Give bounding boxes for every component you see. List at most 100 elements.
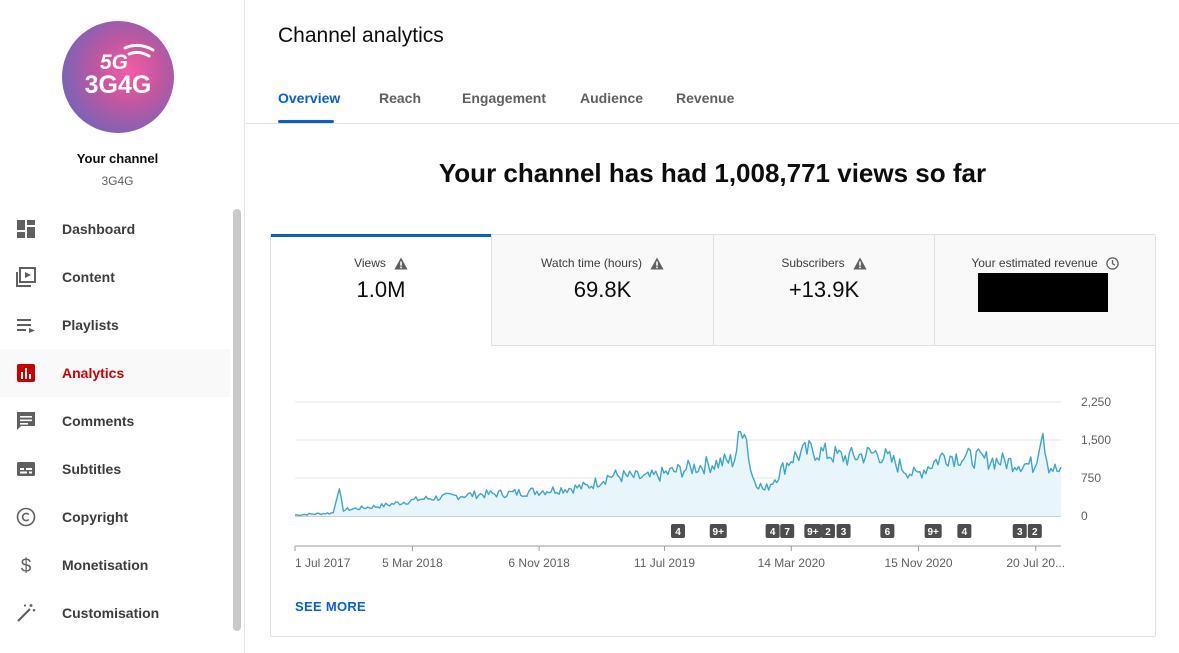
sidebar-item-subtitles[interactable]: Subtitles (0, 445, 230, 493)
annotation-marker[interactable]: 4 (671, 524, 685, 538)
marker-label: 7 (784, 527, 790, 538)
y-tick-label: 750 (1081, 471, 1101, 485)
y-tick-label: 0 (1081, 509, 1088, 523)
overview-card: Views 1.0M Watch time (hours) 69.8K Subs… (270, 234, 1156, 637)
video-library-icon (16, 267, 36, 287)
warning-icon[interactable] (853, 257, 867, 270)
annotation-marker[interactable]: 6 (880, 524, 895, 538)
chart-markers: 4 9+ 4 7 9+ 2 3 6 9+ 4 3 2 (671, 524, 1042, 538)
metric-value: 69.8K (573, 277, 632, 302)
sidebar-nav: Dashboard Content Playlists Analytics Co… (0, 205, 230, 637)
y-tick-label: 1,500 (1081, 433, 1111, 447)
avatar-text-bottom: 3G4G (85, 71, 152, 99)
marker-label: 9+ (927, 527, 939, 538)
magic-wand-icon (16, 603, 36, 623)
see-more-link[interactable]: SEE MORE (295, 599, 366, 614)
sidebar-item-customisation[interactable]: Customisation (0, 589, 230, 637)
metric-value: +13.9K (788, 277, 860, 302)
metric-watch-time[interactable]: Watch time (hours) 69.8K (492, 235, 714, 346)
marker-label: 2 (825, 527, 831, 538)
channel-avatar[interactable]: 5G 3G4G (62, 21, 174, 133)
sidebar-item-label: Comments (62, 413, 135, 429)
sidebar-item-label: Dashboard (62, 221, 136, 237)
sidebar-item-label: Analytics (62, 365, 125, 381)
metric-views[interactable]: Views 1.0M (271, 234, 492, 346)
svg-text:$: $ (21, 556, 32, 575)
sidebar-item-playlists[interactable]: Playlists (0, 301, 230, 349)
metric-label: Views (354, 256, 386, 270)
marker-label: 3 (1017, 527, 1023, 538)
metric-value: 1.0M (356, 277, 406, 302)
sidebar-item-label: Monetisation (62, 557, 149, 573)
sidebar-item-comments[interactable]: Comments (0, 397, 230, 445)
x-axis: 1 Jul 2017 5 Mar 2018 6 Nov 2018 11 Jul 201… (294, 545, 1065, 570)
sidebar-item-monetisation[interactable]: $ Monetisation (0, 541, 230, 589)
metric-estimated-revenue[interactable]: Your estimated revenue (935, 235, 1155, 346)
y-axis-labels: 2,250 1,500 750 0 (1081, 395, 1111, 523)
marker-label: 4 (962, 527, 968, 538)
channel-logo-icon: 5G 3G4G (85, 43, 155, 99)
sidebar-item-content[interactable]: Content (0, 253, 230, 301)
x-tick-label: 5 Mar 2018 (382, 556, 443, 570)
tab-audience[interactable]: Audience (580, 90, 643, 106)
sidebar-item-label: Subtitles (62, 461, 122, 477)
playlist-icon (16, 315, 36, 335)
sidebar-item-dashboard[interactable]: Dashboard (0, 205, 230, 253)
annotation-marker[interactable]: 2 (1027, 524, 1042, 538)
dollar-icon: $ (16, 555, 36, 575)
marker-label: 4 (675, 527, 681, 538)
comment-icon (16, 411, 36, 431)
marker-label: 3 (841, 527, 847, 538)
annotation-marker[interactable]: 4 (765, 524, 780, 538)
sidebar-item-label: Playlists (62, 317, 119, 333)
y-tick-label: 2,250 (1081, 395, 1111, 409)
views-chart[interactable]: 2,2501,5007500 4 9+ 4 7 9+ 2 3 6 9+ 4 3 2 1 Jul 201… (271, 346, 1155, 586)
channel-name: 3G4G (101, 174, 134, 188)
sidebar-item-analytics[interactable]: Analytics (0, 349, 230, 397)
warning-icon[interactable] (650, 257, 664, 270)
x-tick-label: 20 Jul 20... (1006, 556, 1065, 570)
analytics-icon (16, 363, 36, 383)
redacted-revenue-value (978, 273, 1108, 312)
annotation-marker[interactable]: 2 (820, 524, 835, 538)
tab-revenue[interactable]: Revenue (676, 90, 734, 106)
annotation-marker[interactable]: 4 (957, 524, 972, 538)
marker-label: 4 (770, 527, 776, 538)
marker-label: 2 (1032, 527, 1038, 538)
chart-area (294, 431, 1062, 517)
x-tick-label: 14 Mar 2020 (758, 556, 826, 570)
annotation-marker[interactable]: 3 (836, 524, 851, 538)
copyright-icon (16, 507, 36, 527)
marker-label: 6 (885, 527, 891, 538)
annotation-marker[interactable]: 9+ (709, 524, 727, 538)
annotation-marker[interactable]: 7 (780, 524, 795, 538)
annotation-marker[interactable]: 9+ (924, 524, 942, 538)
tab-engagement[interactable]: Engagement (462, 90, 546, 106)
subtitles-icon (16, 459, 36, 479)
annotation-marker[interactable]: 3 (1012, 524, 1027, 538)
x-tick-label: 15 Nov 2020 (884, 556, 952, 570)
sidebar-item-label: Copyright (62, 509, 129, 525)
page-title: Channel analytics (278, 24, 444, 47)
your-channel-label[interactable]: Your channel (0, 151, 235, 166)
x-tick-label: 11 Jul 2019 (634, 556, 695, 570)
sidebar-scrollbar[interactable] (233, 209, 241, 631)
metric-subscribers[interactable]: Subscribers +13.9K (714, 235, 935, 346)
header-divider (246, 123, 1179, 124)
warning-icon[interactable] (394, 257, 408, 270)
tab-reach[interactable]: Reach (379, 90, 421, 106)
sidebar-item-label: Content (62, 269, 115, 285)
clock-icon[interactable] (1105, 256, 1119, 270)
sidebar-item-copyright[interactable]: Copyright (0, 493, 230, 541)
x-tick-label: 1 Jul 2017 (295, 556, 351, 570)
tab-overview[interactable]: Overview (278, 90, 340, 106)
sidebar: 5G 3G4G Your channel 3G4G Dashboard Cont… (0, 0, 245, 653)
annotation-marker[interactable]: 9+ (804, 524, 822, 538)
marker-label: 9+ (807, 527, 819, 538)
metric-label: Your estimated revenue (971, 256, 1098, 270)
marker-label: 9+ (713, 527, 725, 538)
metric-label: Subscribers (781, 256, 845, 270)
sidebar-item-label: Customisation (62, 605, 160, 621)
x-tick-label: 6 Nov 2018 (508, 556, 570, 570)
views-headline: Your channel has had 1,008,771 views so … (438, 158, 987, 188)
